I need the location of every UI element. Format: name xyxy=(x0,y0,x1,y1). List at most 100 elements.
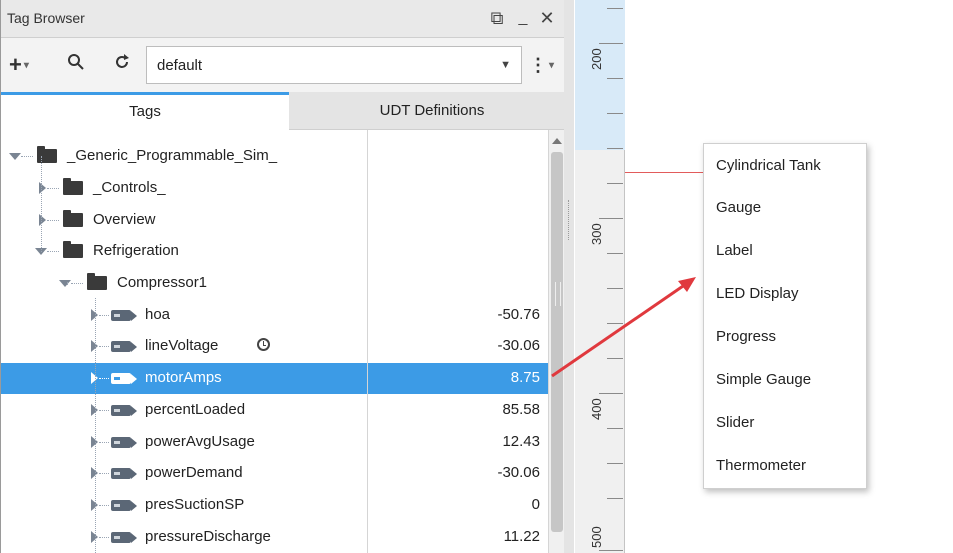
expand-toggle-icon[interactable] xyxy=(39,182,46,194)
add-tag-button[interactable]: + ▾ xyxy=(9,52,29,78)
tab-tags[interactable]: Tags xyxy=(1,92,289,130)
folder-open-icon xyxy=(37,146,57,163)
menu-item-simple-gauge[interactable]: Simple Gauge xyxy=(716,371,811,388)
tree-row-pressuredischarge[interactable]: pressureDischarge 11.22 xyxy=(1,522,548,553)
tree-row-refrigeration[interactable]: Refrigeration xyxy=(1,236,548,267)
menu-item-cylindrical-tank[interactable]: Cylindrical Tank xyxy=(716,157,821,174)
scrollbar-thumb[interactable] xyxy=(551,152,563,532)
tree-item-label: powerAvgUsage xyxy=(145,433,255,450)
tree-row-hoa[interactable]: hoa -50.76 xyxy=(1,300,548,331)
ruler-label: 300 xyxy=(589,223,604,245)
menu-item-thermometer[interactable]: Thermometer xyxy=(716,457,806,474)
tag-icon xyxy=(111,405,137,416)
expand-toggle-icon[interactable] xyxy=(39,214,46,226)
tree-row-poweravgusage[interactable]: powerAvgUsage 12.43 xyxy=(1,427,548,458)
ruler-label: 200 xyxy=(589,48,604,70)
expand-toggle-icon[interactable] xyxy=(59,280,71,287)
tree-item-label: hoa xyxy=(145,306,171,323)
tree-item-label: Compressor1 xyxy=(117,274,208,291)
folder-open-icon xyxy=(87,273,107,290)
folder-open-icon xyxy=(63,241,83,258)
vertical-ruler: 200 300 400 500 xyxy=(575,0,625,553)
tree-item-label: presSuctionSP xyxy=(145,496,245,513)
plus-icon: + xyxy=(9,52,22,77)
tag-icon xyxy=(111,468,137,479)
expand-toggle-icon[interactable] xyxy=(91,404,98,416)
menu-item-gauge[interactable]: Gauge xyxy=(716,199,761,216)
folder-icon xyxy=(63,178,83,195)
tree-item-label: _Generic_Programmable_Sim_ xyxy=(67,147,278,164)
tag-provider-dropdown[interactable]: default ▼ xyxy=(146,46,522,84)
tree-row-powerdemand[interactable]: powerDemand -30.06 xyxy=(1,458,548,489)
tree-row-overview[interactable]: Overview xyxy=(1,205,548,236)
close-icon[interactable]: ✕ xyxy=(537,6,557,30)
tree-item-label: percentLoaded xyxy=(145,401,246,418)
panel-title-bar: Tag Browser ⧉ _ ✕ xyxy=(1,0,574,38)
chevron-down-icon: ▾ xyxy=(549,60,555,72)
tree-vertical-scrollbar[interactable] xyxy=(548,130,565,553)
tree-row-percentloaded[interactable]: percentLoaded 85.58 xyxy=(1,395,548,426)
tag-icon xyxy=(111,532,137,543)
expand-toggle-icon[interactable] xyxy=(35,248,47,255)
tag-browser-panel: Tag Browser ⧉ _ ✕ + ▾ ⋮ ▾ default ▼ Tags U… xyxy=(0,0,574,553)
tree-row-compressor1[interactable]: Compressor1 xyxy=(1,268,548,299)
tree-row-linevoltage[interactable]: lineVoltage -30.06 xyxy=(1,331,548,362)
tag-browser-tabs: Tags UDT Definitions xyxy=(1,92,574,130)
tag-icon xyxy=(111,373,137,384)
ruler-label: 500 xyxy=(589,526,604,548)
tag-value: -30.06 xyxy=(497,464,540,481)
refresh-icon xyxy=(116,54,129,68)
expand-toggle-icon[interactable] xyxy=(91,499,98,511)
menu-item-progress[interactable]: Progress xyxy=(716,328,776,345)
minimize-icon[interactable]: _ xyxy=(513,6,533,30)
menu-item-slider[interactable]: Slider xyxy=(716,414,754,431)
history-clock-icon xyxy=(257,338,270,351)
panel-splitter[interactable] xyxy=(564,0,574,553)
ruler-label: 400 xyxy=(589,398,604,420)
column-divider[interactable] xyxy=(367,130,368,553)
tree-item-label: pressureDischarge xyxy=(145,528,271,545)
tree-item-label: lineVoltage xyxy=(145,337,219,354)
tree-row-controls[interactable]: _Controls_ xyxy=(1,173,548,204)
tag-icon xyxy=(111,500,137,511)
tree-item-label: motorAmps xyxy=(145,369,222,386)
tree-item-label: Refrigeration xyxy=(93,242,179,259)
expand-toggle-icon[interactable] xyxy=(91,436,98,448)
tab-udt-definitions[interactable]: UDT Definitions xyxy=(289,92,574,130)
tag-provider-value: default xyxy=(157,57,203,74)
expand-toggle-icon[interactable] xyxy=(9,153,21,160)
expand-toggle-icon[interactable] xyxy=(91,372,98,384)
tag-value: -30.06 xyxy=(497,337,540,354)
expand-toggle-icon[interactable] xyxy=(91,467,98,479)
tag-icon xyxy=(111,437,137,448)
tag-value: -50.76 xyxy=(497,306,540,323)
expand-toggle-icon[interactable] xyxy=(91,340,98,352)
refresh-button[interactable] xyxy=(113,52,131,78)
menu-item-label[interactable]: Label xyxy=(716,242,753,259)
tag-value: 8.75 xyxy=(510,369,540,386)
more-options-button[interactable]: ⋮ ▾ xyxy=(529,52,554,78)
tag-tree: _Generic_Programmable_Sim_ _Controls_ Ov… xyxy=(1,130,574,553)
tree-item-label: powerDemand xyxy=(145,464,243,481)
panel-title: Tag Browser xyxy=(7,10,85,26)
tree-item-label: _Controls_ xyxy=(93,179,166,196)
folder-icon xyxy=(63,210,83,227)
tree-row-motoramps[interactable]: motorAmps 8.75 xyxy=(1,363,548,394)
scroll-up-arrow-icon[interactable] xyxy=(552,138,562,144)
restore-icon[interactable]: ⧉ xyxy=(487,6,507,30)
tree-row-generic-programmable-sim[interactable]: _Generic_Programmable_Sim_ xyxy=(1,141,548,172)
tag-value: 0 xyxy=(531,496,540,513)
search-icon xyxy=(68,54,84,70)
tag-icon xyxy=(111,310,137,321)
search-button[interactable] xyxy=(67,52,85,78)
expand-toggle-icon[interactable] xyxy=(91,309,98,321)
ruler-selection-highlight xyxy=(575,0,625,150)
dropdown-arrow-icon: ▼ xyxy=(500,59,511,71)
menu-item-led-display[interactable]: LED Display xyxy=(716,285,799,302)
chevron-down-icon: ▾ xyxy=(23,60,29,72)
tag-value: 12.43 xyxy=(502,433,540,450)
tree-row-pressuctionsp[interactable]: presSuctionSP 0 xyxy=(1,490,548,521)
vertical-dots-icon: ⋮ xyxy=(529,55,547,75)
expand-toggle-icon[interactable] xyxy=(91,531,98,543)
tree-item-label: Overview xyxy=(93,211,156,228)
